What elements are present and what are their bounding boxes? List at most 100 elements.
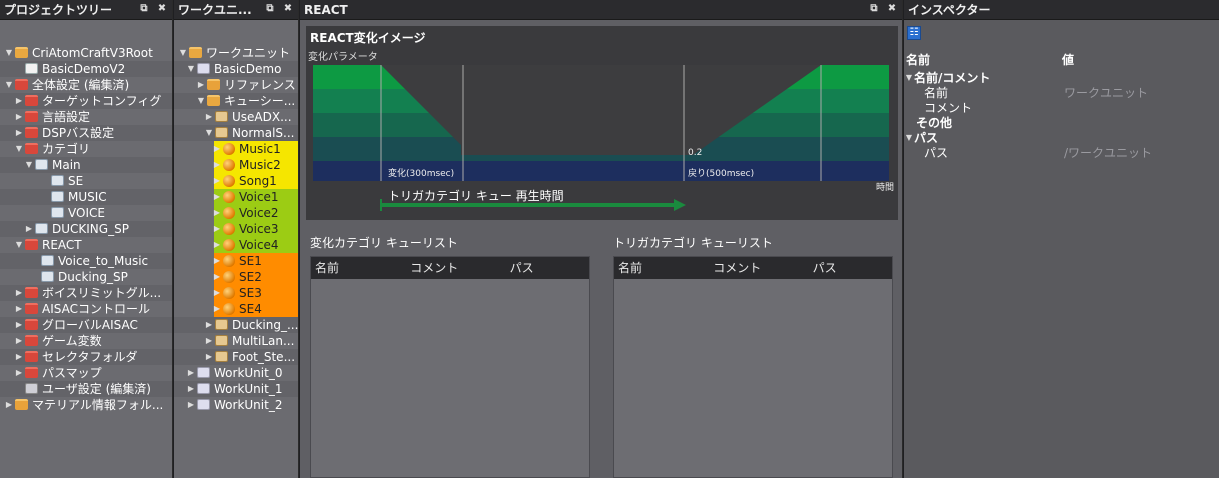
restore-icon[interactable]: ⧉ bbox=[868, 3, 880, 15]
tree-item[interactable]: ▶ DUCKING_SP bbox=[0, 221, 172, 237]
expand-icon[interactable]: ▶ bbox=[14, 365, 24, 381]
expand-icon[interactable]: ▶ bbox=[212, 173, 222, 189]
close-icon[interactable]: ✖ bbox=[156, 3, 168, 15]
close-icon[interactable]: ✖ bbox=[886, 3, 898, 15]
work-unit-item[interactable]: ▶ Voice3 bbox=[174, 221, 298, 237]
change-list-table[interactable]: 名前 コメント パス bbox=[310, 256, 590, 478]
tree-item[interactable]: ▼ 全体設定 (編集済) bbox=[0, 77, 172, 93]
expand-icon[interactable]: ▶ bbox=[212, 301, 222, 317]
tree-item[interactable]: ▶ 言語設定 bbox=[0, 109, 172, 125]
expand-icon[interactable]: ▶ bbox=[204, 109, 214, 125]
tree-item[interactable]: ▼ CriAtomCraftV3Root bbox=[0, 45, 172, 61]
col-comment[interactable]: コメント bbox=[410, 257, 509, 279]
expand-icon[interactable]: ▶ bbox=[186, 381, 196, 397]
expand-icon[interactable]: ▶ bbox=[186, 365, 196, 381]
expand-icon[interactable]: ▼ bbox=[178, 45, 188, 61]
restore-icon[interactable]: ⧉ bbox=[138, 3, 150, 15]
expand-icon[interactable]: ▼ bbox=[196, 93, 206, 109]
expand-icon[interactable]: ▶ bbox=[14, 349, 24, 365]
expand-icon[interactable]: ▶ bbox=[204, 349, 214, 365]
expand-icon[interactable]: ▶ bbox=[212, 205, 222, 221]
section-name-comment[interactable]: 名前/コメント bbox=[914, 71, 990, 85]
work-unit-item[interactable]: ▶ UseADX... bbox=[174, 109, 298, 125]
tree-item[interactable]: Voice_to_Music bbox=[0, 253, 172, 269]
work-unit-item[interactable]: ▶ Voice2 bbox=[174, 205, 298, 221]
tree-item[interactable]: SE bbox=[0, 173, 172, 189]
expand-icon[interactable]: ▶ bbox=[14, 285, 24, 301]
col-path[interactable]: パス bbox=[813, 257, 892, 279]
expand-icon[interactable]: ▶ bbox=[196, 77, 206, 93]
expand-icon[interactable]: ▶ bbox=[186, 397, 196, 413]
tree-item[interactable]: ▶ ゲーム変数 bbox=[0, 333, 172, 349]
expand-icon[interactable]: ▶ bbox=[212, 237, 222, 253]
col-comment[interactable]: コメント bbox=[713, 257, 812, 279]
expand-icon[interactable]: ▼ bbox=[14, 237, 24, 253]
expand-icon[interactable]: ▶ bbox=[204, 317, 214, 333]
expand-icon[interactable]: ▶ bbox=[14, 333, 24, 349]
tree-item[interactable]: ▶ マテリアル情報フォル... bbox=[0, 397, 172, 413]
work-unit-item[interactable]: ▶ WorkUnit_1 bbox=[174, 381, 298, 397]
expand-icon[interactable]: ▼ bbox=[204, 125, 214, 141]
tree-item[interactable]: ▶ AISACコントロール bbox=[0, 301, 172, 317]
expand-icon[interactable]: ▶ bbox=[212, 221, 222, 237]
work-unit-item[interactable]: ▶ SE4 bbox=[174, 301, 298, 317]
work-unit-item[interactable]: ▶ Foot_Ste... bbox=[174, 349, 298, 365]
tree-item[interactable]: MUSIC bbox=[0, 189, 172, 205]
work-unit-item[interactable]: ▶ リファレンス bbox=[174, 77, 298, 93]
work-unit-item[interactable]: ▶ Voice4 bbox=[174, 237, 298, 253]
work-unit-item[interactable]: ▶ SE2 bbox=[174, 269, 298, 285]
section-other[interactable]: その他 bbox=[916, 115, 952, 131]
work-unit-item[interactable]: ▶ SE3 bbox=[174, 285, 298, 301]
expand-icon[interactable]: ▶ bbox=[212, 157, 222, 173]
work-unit-item[interactable]: ▶ Voice1 bbox=[174, 189, 298, 205]
work-unit-item[interactable]: ▼ BasicDemo bbox=[174, 61, 298, 77]
tree-item[interactable]: BasicDemoV2 bbox=[0, 61, 172, 77]
expand-icon[interactable]: ▶ bbox=[24, 221, 34, 237]
tree-item[interactable]: ▶ ターゲットコンフィグ bbox=[0, 93, 172, 109]
tree-item[interactable]: ユーザ設定 (編集済) bbox=[0, 381, 172, 397]
expand-icon[interactable]: ▼ bbox=[24, 157, 34, 173]
work-unit-item[interactable]: ▼ NormalS... bbox=[174, 125, 298, 141]
work-unit-item[interactable]: ▼ キューシー... bbox=[174, 93, 298, 109]
expand-icon[interactable]: ▶ bbox=[4, 397, 14, 413]
expand-icon[interactable]: ▶ bbox=[212, 285, 222, 301]
work-unit-item[interactable]: ▶ SE1 bbox=[174, 253, 298, 269]
tree-item[interactable]: ▶ グローバルAISAC bbox=[0, 317, 172, 333]
work-unit-item[interactable]: ▶ WorkUnit_0 bbox=[174, 365, 298, 381]
work-unit-item[interactable]: ▶ Song1 bbox=[174, 173, 298, 189]
col-path[interactable]: パス bbox=[510, 257, 589, 279]
expand-icon[interactable]: ▶ bbox=[212, 189, 222, 205]
expand-icon[interactable]: ▶ bbox=[204, 333, 214, 349]
expand-icon[interactable]: ▼ bbox=[186, 61, 196, 77]
expand-icon[interactable]: ▼ bbox=[4, 45, 14, 61]
expand-icon[interactable]: ▶ bbox=[14, 93, 24, 109]
work-unit-item[interactable]: ▶ Music2 bbox=[174, 157, 298, 173]
tree-item[interactable]: ▶ セレクタフォルダ bbox=[0, 349, 172, 365]
expand-icon[interactable]: ▶ bbox=[212, 141, 222, 157]
work-unit-item[interactable]: ▼ ワークユニット bbox=[174, 45, 298, 61]
col-name[interactable]: 名前 bbox=[614, 257, 713, 279]
expand-icon[interactable]: ▶ bbox=[14, 317, 24, 333]
col-name[interactable]: 名前 bbox=[311, 257, 410, 279]
section-path[interactable]: パス bbox=[914, 131, 938, 145]
tree-item[interactable]: ▶ パスマップ bbox=[0, 365, 172, 381]
expand-icon[interactable]: ▶ bbox=[14, 301, 24, 317]
restore-icon[interactable]: ⧉ bbox=[264, 3, 276, 15]
expand-icon[interactable]: ▶ bbox=[212, 253, 222, 269]
list-view-icon[interactable]: ☷ bbox=[907, 26, 921, 40]
expand-icon[interactable]: ▼ bbox=[4, 77, 14, 93]
tree-item[interactable]: ▼ カテゴリ bbox=[0, 141, 172, 157]
work-unit-item[interactable]: ▶ Music1 bbox=[174, 141, 298, 157]
tree-item[interactable]: ▶ ボイスリミットグル... bbox=[0, 285, 172, 301]
expand-icon[interactable]: ▼ bbox=[14, 141, 24, 157]
work-unit-item[interactable]: ▶ MultiLan... bbox=[174, 333, 298, 349]
name-value[interactable]: ワークユニット bbox=[1064, 85, 1148, 101]
tree-item[interactable]: VOICE bbox=[0, 205, 172, 221]
expand-icon[interactable]: ▶ bbox=[14, 125, 24, 141]
path-value[interactable]: /ワークユニット bbox=[1064, 145, 1152, 161]
work-unit-item[interactable]: ▶ Ducking_... bbox=[174, 317, 298, 333]
tree-item[interactable]: Ducking_SP bbox=[0, 269, 172, 285]
expand-icon[interactable]: ▶ bbox=[14, 109, 24, 125]
tree-item[interactable]: ▼ REACT bbox=[0, 237, 172, 253]
trigger-list-table[interactable]: 名前 コメント パス bbox=[613, 256, 893, 478]
